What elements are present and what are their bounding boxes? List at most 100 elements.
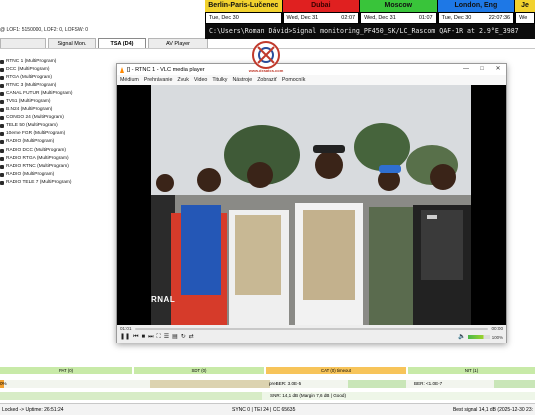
preber-value: preBER: 3.0E-5 — [269, 381, 302, 386]
playback-buttons: ❚❚ ⏮ ■ ⏭ ⛶ ☰ ▤ ↻ ⇄ — [120, 333, 194, 341]
program-item[interactable]: RADIO RTNC (MultiProgram) — [0, 163, 112, 171]
maximize-icon[interactable]: □ — [474, 64, 490, 75]
program-label: RADIO (MultiProgram) — [6, 139, 55, 145]
program-item[interactable]: RTNC 1 (MultiProgram) — [0, 58, 112, 66]
video-scene — [117, 85, 506, 325]
total-time: 00:00 — [491, 326, 504, 331]
table-status-row: PAT (0) SDT (0) CAT (0) timeout NIT (1) — [0, 366, 535, 375]
program-icon — [0, 156, 4, 161]
program-item[interactable]: TELE 50 (MultiProgram) — [0, 122, 112, 130]
loop-icon[interactable]: ↻ — [181, 333, 186, 341]
program-icon — [0, 148, 4, 153]
program-item[interactable]: RADIO DCC (MultiProgram) — [0, 147, 112, 155]
video-caption: RNAL — [151, 295, 176, 304]
speaker-icon[interactable]: 🔈 — [458, 333, 465, 341]
extended-settings-icon[interactable]: ☰ — [164, 333, 169, 341]
ber-bar-a — [348, 380, 406, 388]
clock-time: 02:07 — [341, 15, 356, 21]
program-label: RTNC 3 (MultiProgram) — [6, 83, 57, 89]
pause-icon[interactable]: ❚❚ — [120, 333, 130, 341]
table-status-meters: PAT (0) SDT (0) CAT (0) timeout NIT (1) — [0, 366, 535, 375]
program-item[interactable]: RADIO (MultiProgram) — [0, 171, 112, 179]
clock-city: London, Eng — [437, 0, 515, 12]
stop-icon[interactable]: ■ — [141, 333, 145, 341]
program-item[interactable]: RADIO (MultiProgram) — [0, 138, 112, 146]
program-icon — [0, 116, 4, 121]
playlist-icon[interactable]: ▤ — [172, 333, 178, 341]
program-item[interactable]: CONGO 24 (MultiProgram) — [0, 114, 112, 122]
program-item[interactable]: TV51 (MultiProgram) — [0, 98, 112, 106]
program-label: CONGO 24 (MultiProgram) — [6, 115, 64, 121]
menu-view[interactable]: Zobraziť — [257, 75, 277, 85]
volume-control: 🔈 100% — [458, 333, 503, 341]
menu-audio[interactable]: Zvuk — [177, 75, 188, 85]
status-bar: Locked -> Uptime: 26:51:24 SYNC 0 | TEI … — [0, 403, 535, 415]
shuffle-icon[interactable]: ⇄ — [189, 333, 194, 341]
logo-caption: www.dxsatcs.com — [248, 68, 284, 73]
program-item[interactable]: 10eme FGR (MultiProgram) — [0, 130, 112, 138]
program-icon — [0, 60, 4, 65]
clock-datetime: Wed, Dec 31 02:07 — [282, 12, 360, 24]
terminal-title-bar: C:\Users\Roman Dávid>Signal monitoring_P… — [205, 24, 535, 39]
next-icon[interactable]: ⏭ — [148, 333, 153, 341]
minimize-icon[interactable]: — — [458, 64, 474, 75]
program-icon — [0, 140, 4, 145]
program-item[interactable]: RTNC 3 (MultiProgram) — [0, 82, 112, 90]
meter-nit: NIT (1) — [408, 367, 535, 374]
program-label: TV51 (MultiProgram) — [6, 99, 51, 105]
program-item[interactable]: RTGA (MultiProgram) — [0, 74, 112, 82]
clock-city: Je — [515, 0, 535, 12]
volume-slider[interactable] — [467, 335, 490, 339]
program-icon — [0, 172, 4, 177]
program-label: RADIO (MultiProgram) — [6, 171, 55, 177]
seek-bar[interactable] — [135, 328, 488, 330]
fullscreen-icon[interactable]: ⛶ — [157, 333, 161, 341]
clock-dubai: Dubai Wed, Dec 31 02:07 — [282, 0, 360, 24]
menu-media[interactable]: Médium — [120, 75, 139, 85]
menu-subtitles[interactable]: Titulky — [212, 75, 227, 85]
vlc-controls: 01:01 00:00 ❚❚ ⏮ ■ ⏭ ⛶ ☰ ▤ ↻ ⇄ 🔈 100% — [117, 325, 506, 343]
program-label: RADIO RTGA (MultiProgram) — [6, 155, 69, 161]
video-frame[interactable]: RNAL — [117, 85, 506, 325]
program-icon — [0, 68, 4, 73]
program-icon — [0, 124, 4, 129]
program-item[interactable]: DCC (MultiProgram) — [0, 66, 112, 74]
program-icon — [0, 132, 4, 137]
program-label: B.N24 (MultiProgram) — [6, 107, 53, 113]
program-label: RADIO DCC (MultiProgram) — [6, 147, 66, 153]
menu-tools[interactable]: Nástroje — [232, 75, 252, 85]
previous-icon[interactable]: ⏮ — [133, 333, 138, 341]
program-label: RTGA (MultiProgram) — [6, 75, 53, 81]
snr-bar-fill — [0, 392, 262, 400]
lof-status-line: @ LOF1: 5150000, LOF2: 0, LOFSW: 0 — [0, 27, 89, 33]
sync-counters: SYNC 0 | TEI 24 | CC 65635 — [232, 407, 296, 413]
program-icon — [0, 108, 4, 113]
elapsed-time: 01:01 — [120, 326, 132, 331]
clock-moscow: Moscow Wed, Dec 31 01:07 — [360, 0, 437, 24]
program-item[interactable]: RADIO TELE 7 (MultiProgram) — [0, 179, 112, 187]
program-item[interactable]: B.N24 (MultiProgram) — [0, 106, 112, 114]
program-item[interactable]: CANAL FUTUR (MultiProgram) — [0, 90, 112, 98]
close-icon[interactable]: ✕ — [490, 64, 506, 75]
program-label: 10eme FGR (MultiProgram) — [6, 131, 66, 137]
preber-bar — [150, 380, 270, 388]
program-label: CANAL FUTUR (MultiProgram) — [6, 91, 73, 97]
clock-date: Wed, Dec 31 — [286, 15, 319, 21]
ber-bar-b — [494, 380, 535, 388]
clock-datetime: Tue, Dec 30 22:07:36 — [437, 12, 515, 24]
meter-pat: PAT (0) — [0, 367, 132, 374]
world-clock-strip: Berlin-Paris-Lučenec Tue, Dec 30 Dubai W… — [205, 0, 535, 24]
vlc-window: [] - RTNC 1 - VLC media player — □ ✕ Méd… — [116, 63, 507, 343]
program-item[interactable]: RADIO RTGA (MultiProgram) — [0, 155, 112, 163]
clock-datetime: We — [515, 12, 535, 24]
menu-video[interactable]: Video — [194, 75, 207, 85]
clock-date: Wed, Dec 31 — [364, 15, 396, 21]
program-label: RTNC 1 (MultiProgram) — [6, 59, 57, 64]
snr-meter: SNR: 14,1 dB (Margin 7,6 dB | Good) — [0, 392, 535, 400]
vlc-cone-icon — [120, 66, 124, 73]
menu-help[interactable]: Pomocník — [282, 75, 306, 85]
vlc-titlebar[interactable]: [] - RTNC 1 - VLC media player — □ ✕ — [117, 64, 506, 75]
program-list: RTNC 1 (MultiProgram) DCC (MultiProgram)… — [0, 58, 112, 187]
menu-playback[interactable]: Prehrávanie — [144, 75, 173, 85]
ber-value: BER: <1.0E-7 — [414, 381, 443, 386]
